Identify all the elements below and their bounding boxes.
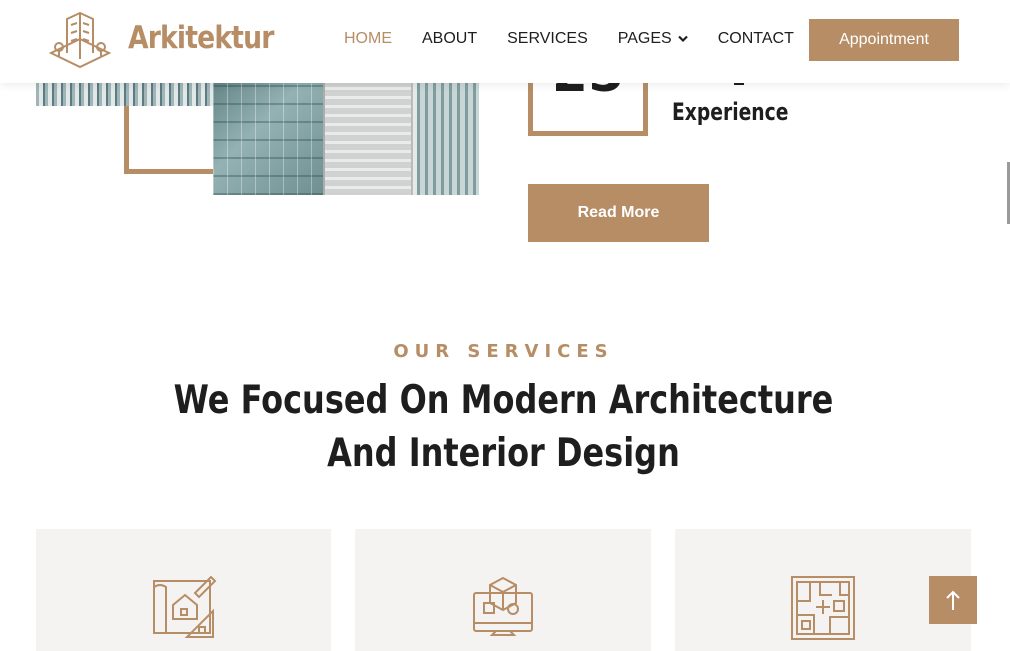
experience-caption: Experience [672,98,789,126]
site-header: Arkitektur HOME ABOUT SERVICES PAGES CON… [0,0,1010,83]
arrow-up-icon [946,590,960,610]
blueprint-house-icon [152,575,216,638]
service-card[interactable] [36,529,331,651]
service-card[interactable] [355,529,651,651]
chevron-down-icon [677,34,688,46]
nav-services[interactable]: SERVICES [507,30,588,48]
read-more-button[interactable]: Read More [528,184,709,242]
section-heading-line1: We Focused On Modern Architecture [173,378,834,423]
3d-model-monitor-icon [473,576,533,636]
nav-home[interactable]: HOME [344,30,392,48]
section-heading-line2: And Interior Design [327,431,680,476]
appointment-button[interactable]: Appointment [809,19,959,61]
main-nav: HOME ABOUT SERVICES PAGES CONTACT [344,30,824,48]
brand-name[interactable]: Arkitektur [128,20,274,56]
building-image-strip [36,83,213,106]
nav-contact[interactable]: CONTACT [718,30,794,48]
back-to-top-button[interactable] [929,576,977,624]
building-outline-icon [48,11,112,69]
logo[interactable] [47,9,113,71]
section-eyebrow: OUR SERVICES [393,341,614,362]
image-accent-frame [124,106,213,174]
section-heading: We Focused On Modern Architecture And In… [0,374,1007,480]
floor-plan-icon [791,576,855,640]
nav-pages[interactable]: PAGES [618,30,688,48]
service-card[interactable] [675,529,971,651]
nav-pages-label: PAGES [617,30,672,47]
nav-about[interactable]: ABOUT [422,30,477,48]
